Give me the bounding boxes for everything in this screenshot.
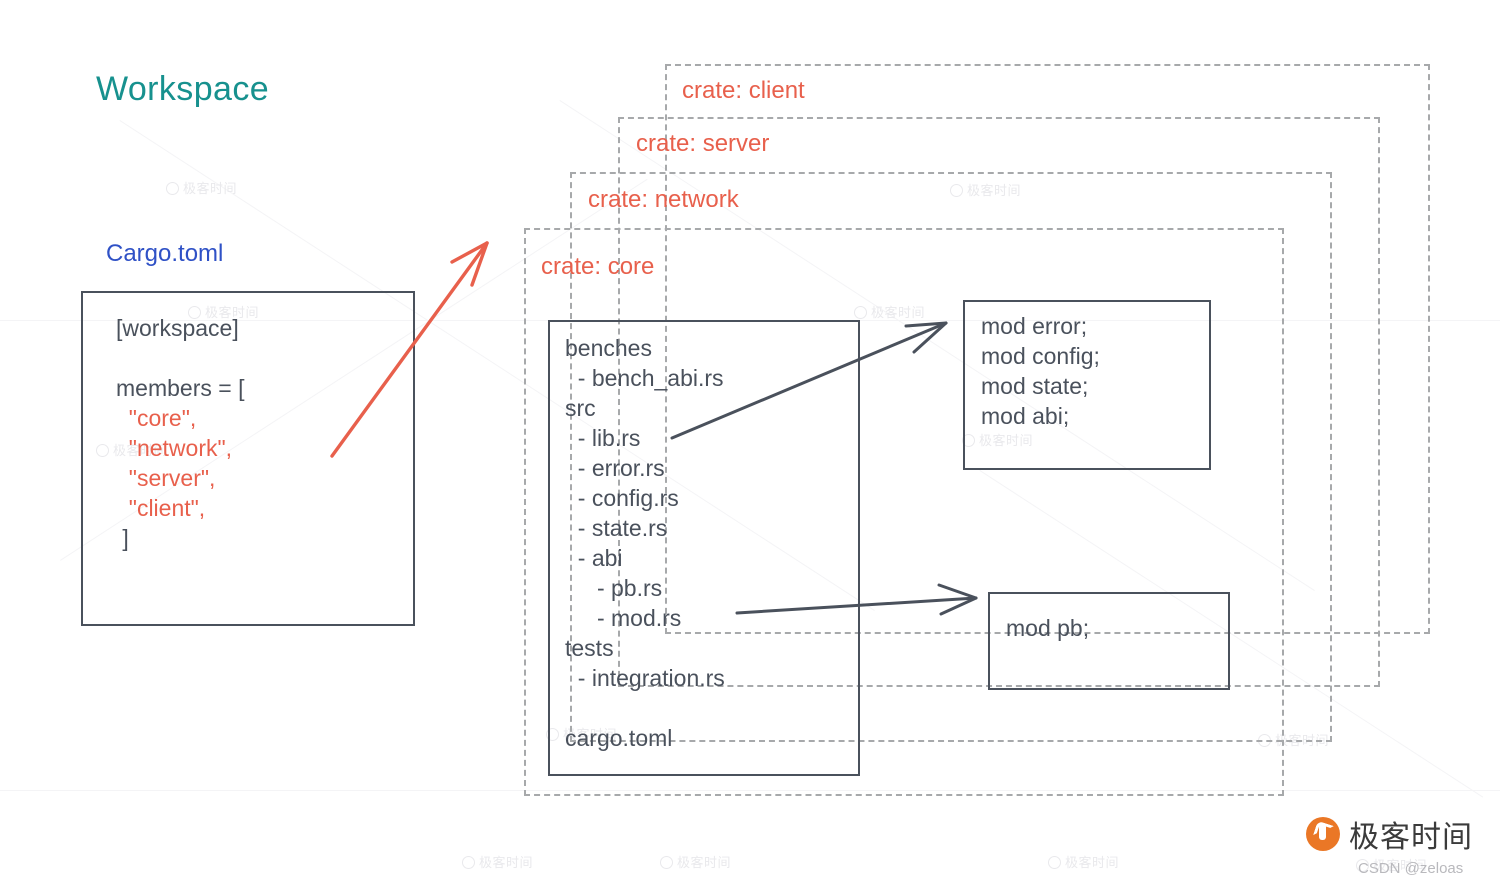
lib-mods-content: mod error; mod config; mod state; mod ab… (981, 313, 1100, 429)
crate-label-core: crate: core (541, 253, 655, 280)
cargo-member-server: "server", (128, 465, 216, 491)
cargo-line-workspace: [workspace] (116, 315, 239, 341)
cargo-member-client: "client", (128, 495, 206, 521)
file-tree-content: benches - bench_abi.rs src - lib.rs - er… (565, 335, 725, 751)
crate-label-server: crate: server (636, 130, 770, 157)
cargo-line-close: ] (122, 525, 129, 551)
cargo-toml-content: [workspace] members = [ "core", "network… (116, 313, 244, 553)
crate-label-client: crate: client (682, 77, 805, 104)
watermark: 极客时间 (166, 178, 237, 197)
cargo-member-core: "core", (128, 405, 197, 431)
crate-label-network: crate: network (588, 186, 739, 213)
geektime-logo: 极客时间 (1306, 812, 1473, 856)
watermark: 极客时间 (660, 852, 731, 871)
csdn-credit: CSDN @zeloas (1358, 860, 1464, 877)
diagram-canvas: 极客时间 极客时间 极客时间 极客时间 极客时间 极客时间 极客时间 极客时间 … (0, 0, 1500, 886)
cargo-line-members: members = [ (116, 375, 245, 401)
page-title: Workspace (96, 70, 270, 108)
watermark: 极客时间 (462, 852, 533, 871)
cargo-toml-label: Cargo.toml (106, 240, 224, 267)
abi-mods-content: mod pb; (1006, 615, 1090, 641)
cargo-member-network: "network", (128, 435, 233, 461)
watermark: 极客时间 (1048, 852, 1119, 871)
geektime-logo-icon (1306, 817, 1340, 851)
geektime-logo-text: 极客时间 (1349, 820, 1473, 855)
